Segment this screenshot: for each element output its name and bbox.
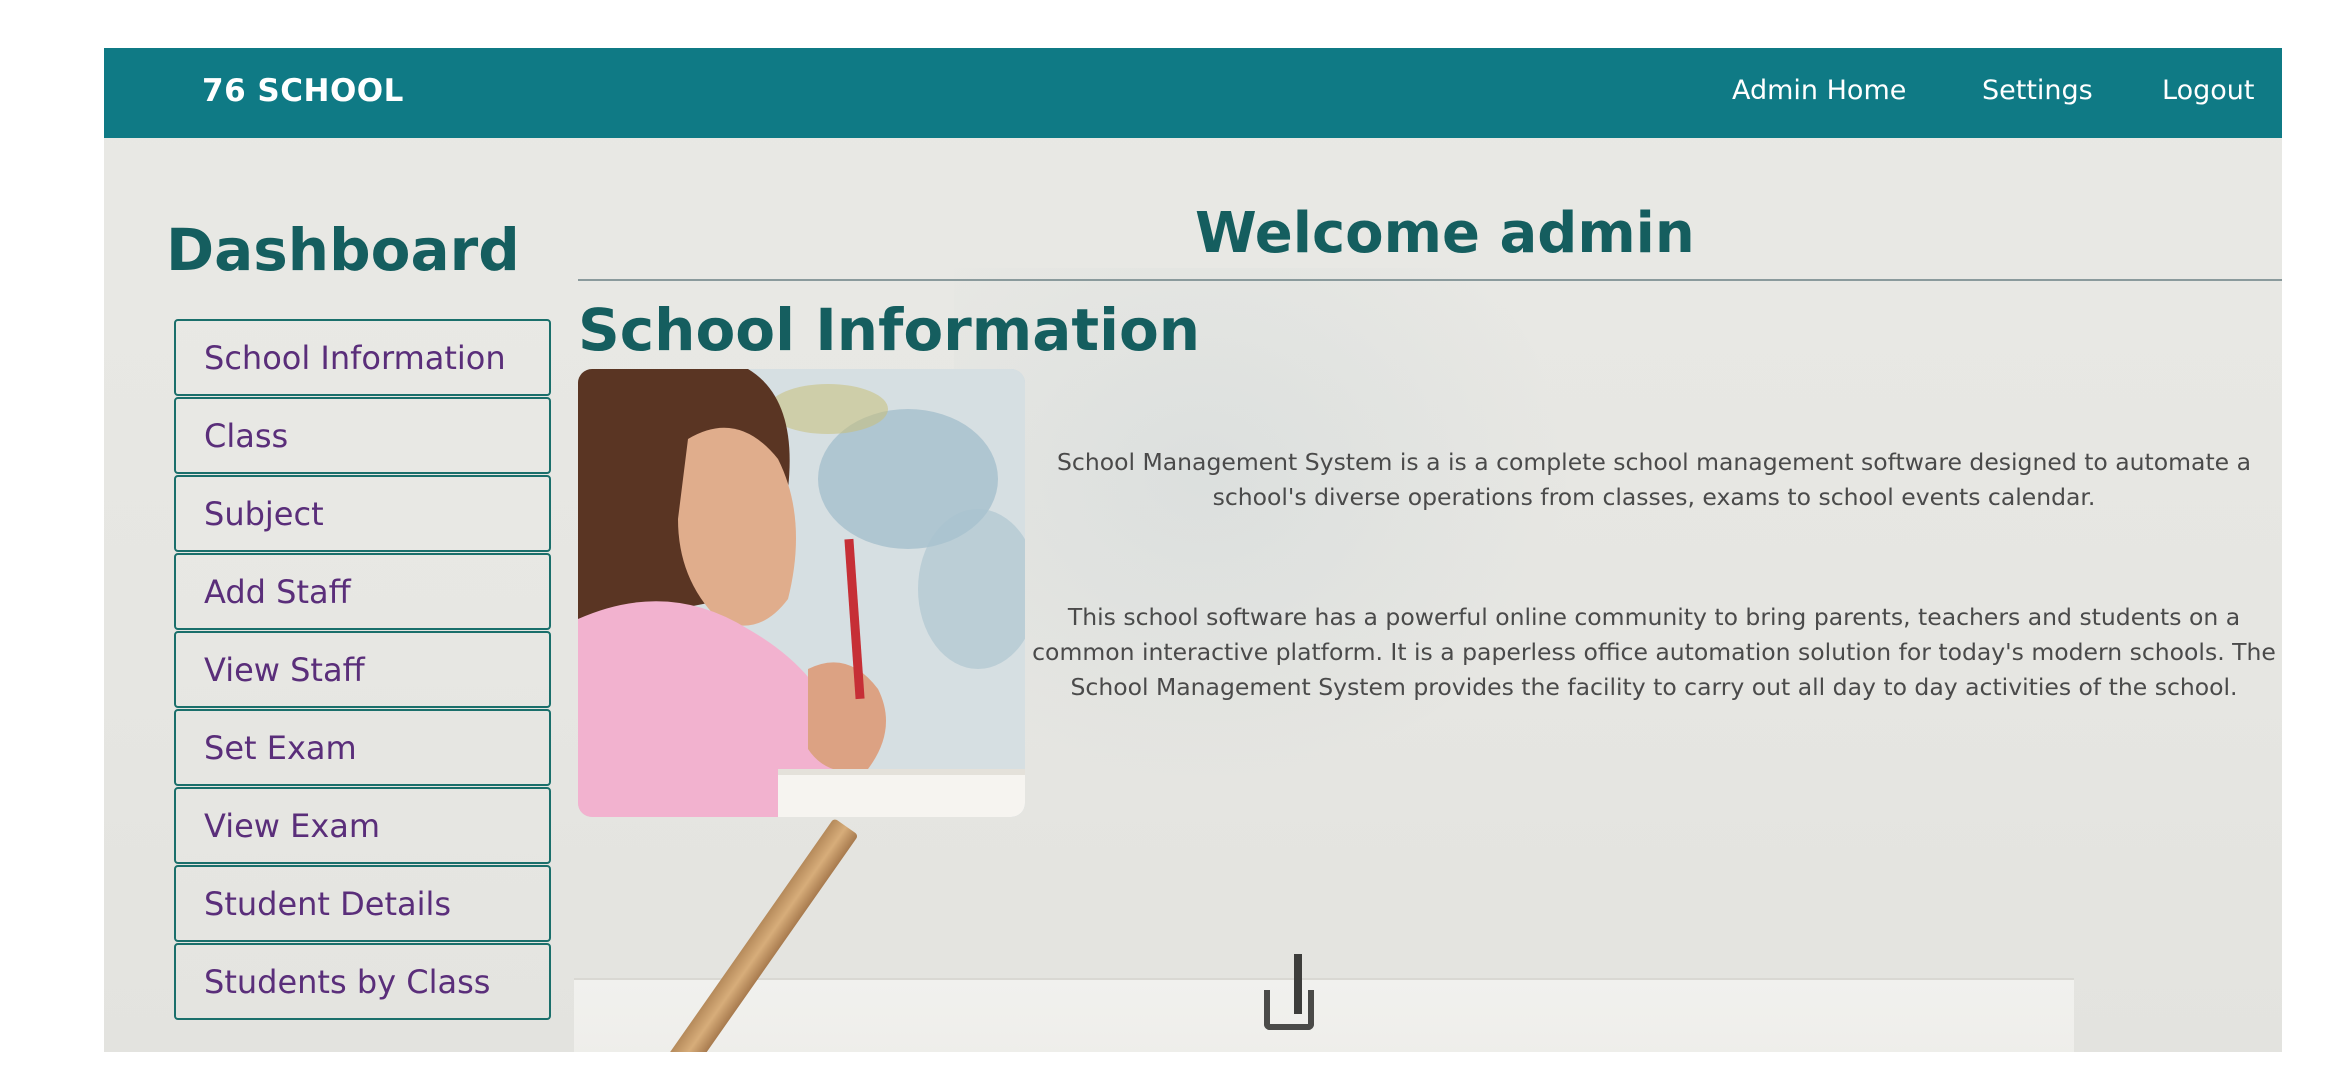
background-paper xyxy=(574,978,2074,1052)
community-paragraph: This school software has a powerful onli… xyxy=(1032,603,2276,701)
sidebar-item-add-staff[interactable]: Add Staff xyxy=(174,553,551,630)
sidebar-item-student-details[interactable]: Student Details xyxy=(174,865,551,942)
nav-settings[interactable]: Settings xyxy=(1982,75,2093,106)
brand-logo[interactable]: 76 SCHOOL xyxy=(202,73,404,109)
photo-illustration xyxy=(578,369,1025,817)
nav-logout[interactable]: Logout xyxy=(2162,75,2254,106)
sidebar-item-view-staff[interactable]: View Staff xyxy=(174,631,551,708)
page: 76 SCHOOL Admin Home Settings Logout Das… xyxy=(104,48,2282,1052)
heading-divider xyxy=(578,279,2282,281)
background-clip xyxy=(1264,990,1314,1030)
sidebar-item-school-information[interactable]: School Information xyxy=(174,319,551,396)
sidebar-item-subject[interactable]: Subject xyxy=(174,475,551,552)
intro-paragraph: School Management System is a is a compl… xyxy=(1056,448,2251,511)
sidebar-item-set-exam[interactable]: Set Exam xyxy=(174,709,551,786)
sidebar-item-students-by-class[interactable]: Students by Class xyxy=(174,943,551,1020)
sidebar-menu: School Information Class Subject Add Sta… xyxy=(174,319,551,1021)
sidebar-item-view-exam[interactable]: View Exam xyxy=(174,787,551,864)
welcome-heading: Welcome admin xyxy=(1195,201,1695,266)
section-title: School Information xyxy=(578,296,1201,364)
sidebar-item-class[interactable]: Class xyxy=(174,397,551,474)
top-navbar: 76 SCHOOL Admin Home Settings Logout xyxy=(104,48,2282,138)
student-writing-photo xyxy=(578,369,1025,817)
nav-admin-home[interactable]: Admin Home xyxy=(1732,75,1906,106)
dashboard-title: Dashboard xyxy=(166,216,520,284)
